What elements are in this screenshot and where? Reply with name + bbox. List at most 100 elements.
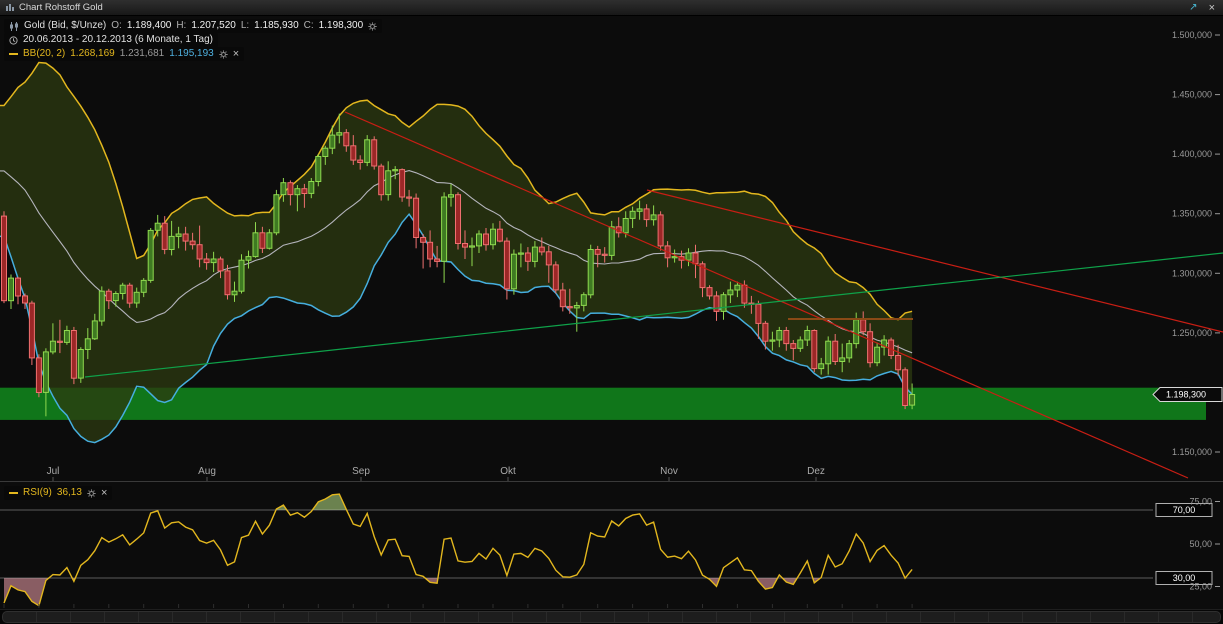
candle-body xyxy=(868,332,873,363)
candle-body xyxy=(847,344,852,358)
candle-body xyxy=(155,223,160,230)
remove-indicator-icon[interactable]: × xyxy=(233,49,239,59)
candle-body xyxy=(567,307,572,308)
last-price-tag: 1.198,300 xyxy=(1153,388,1222,402)
candle-body xyxy=(50,341,55,352)
candle-body xyxy=(714,296,719,312)
candle-body xyxy=(539,247,544,252)
clock-icon xyxy=(9,36,18,45)
remove-indicator-icon[interactable]: × xyxy=(101,488,107,498)
bb-lower-value: 1.195,193 xyxy=(169,48,214,60)
candle-body xyxy=(16,278,21,296)
candle-body xyxy=(302,189,307,194)
candle-body xyxy=(323,148,328,156)
period-legend[interactable]: 20.06.2013 - 20.12.2013 (6 Monate, 1 Tag… xyxy=(4,33,218,47)
candle-body xyxy=(651,215,656,220)
rsi-legend[interactable]: RSI(9) 36,13 × xyxy=(4,486,112,500)
open-value: 1.189,400 xyxy=(127,20,172,32)
candle-body xyxy=(623,219,628,233)
candle-body xyxy=(497,229,502,241)
y-axis-label: 1.450,000 xyxy=(1172,90,1212,100)
window-chart-icon xyxy=(5,3,14,12)
gear-icon[interactable] xyxy=(368,22,377,31)
candle-body xyxy=(553,265,558,290)
candle-body xyxy=(511,254,516,289)
candle-body xyxy=(693,253,698,264)
bb-legend[interactable]: BB(20, 2) 1.268,169 1.231,681 1.195,193 … xyxy=(4,47,244,61)
candle-body xyxy=(532,247,537,261)
gear-icon[interactable] xyxy=(219,50,228,59)
candle-body xyxy=(127,285,132,303)
candle-body xyxy=(756,304,761,323)
candle-body xyxy=(211,259,216,263)
candle-body xyxy=(672,257,677,258)
instrument-name: Gold (Bid, $/Unze) xyxy=(24,20,106,32)
candle-body xyxy=(78,350,83,379)
candle-body xyxy=(57,341,62,342)
time-scrollbar[interactable] xyxy=(0,609,1223,624)
bb-swatch xyxy=(9,53,18,55)
candle-body xyxy=(148,230,153,280)
high-label: H: xyxy=(176,20,186,32)
candle-body xyxy=(36,358,41,393)
y-axis-label: 1.400,000 xyxy=(1172,149,1212,159)
candle-body xyxy=(770,340,775,341)
candle-body xyxy=(588,250,593,295)
candle-body xyxy=(246,257,251,261)
candle-body xyxy=(253,233,258,257)
candle-body xyxy=(742,285,747,303)
candle-body xyxy=(134,292,139,303)
candle-body xyxy=(407,197,412,198)
candle-body xyxy=(71,331,76,379)
candle-body xyxy=(484,234,489,245)
candle-body xyxy=(372,140,377,166)
candle-body xyxy=(777,331,782,341)
open-label: O: xyxy=(111,20,122,32)
bb-upper-value: 1.268,169 xyxy=(70,48,115,60)
scrollbar-handle[interactable] xyxy=(2,611,1221,623)
candle-body xyxy=(707,288,712,296)
chart-canvas[interactable]: 1.500,0001.450,0001.400,0001.350,0001.30… xyxy=(0,0,1223,624)
candle-body xyxy=(903,370,908,406)
candle-body xyxy=(686,253,691,260)
candle-body xyxy=(295,189,300,195)
support-zone[interactable] xyxy=(0,388,1206,420)
y-axis-label: 1.150,000 xyxy=(1172,447,1212,457)
candle-body xyxy=(784,331,789,344)
time-axis[interactable]: JulAugSepOktNovDez xyxy=(47,466,825,481)
chart-window: { "window": {"title": "Chart Rohstoff Go… xyxy=(0,0,1223,624)
gear-icon[interactable] xyxy=(87,489,96,498)
candle-body xyxy=(365,140,370,163)
x-axis-label: Dez xyxy=(807,466,825,477)
candle-body xyxy=(183,234,188,241)
candle-body xyxy=(85,339,90,350)
x-axis-label: Okt xyxy=(500,466,516,477)
candle-body xyxy=(491,229,496,245)
candle-body xyxy=(833,341,838,361)
candle-body xyxy=(29,303,34,358)
y-axis-label: 1.350,000 xyxy=(1172,209,1212,219)
candle-body xyxy=(805,331,810,341)
downtrend-line-1[interactable] xyxy=(345,112,1188,478)
candle-body xyxy=(763,323,768,341)
rsi-axis-label: 50,00 xyxy=(1189,539,1212,549)
candle-body xyxy=(560,290,565,307)
candle-body xyxy=(162,223,167,249)
high-value: 1.207,520 xyxy=(191,20,236,32)
y-axis-label: 1.250,000 xyxy=(1172,328,1212,338)
candle-body xyxy=(113,294,118,301)
candle-body xyxy=(218,259,223,271)
close-icon[interactable]: × xyxy=(1206,2,1218,14)
candle-body xyxy=(449,195,454,197)
candle-body xyxy=(840,358,845,362)
candle-body xyxy=(602,254,607,255)
popout-icon[interactable]: ↗ xyxy=(1186,2,1200,14)
candle-body xyxy=(421,238,426,243)
close-label: C: xyxy=(304,20,314,32)
candle-body xyxy=(379,166,384,195)
candle-body xyxy=(435,259,440,261)
instrument-legend[interactable]: Gold (Bid, $/Unze) O: 1.189,400 H: 1.207… xyxy=(4,19,382,33)
titlebar[interactable]: Chart Rohstoff Gold ↗ × xyxy=(0,0,1223,16)
candle-body xyxy=(64,331,69,343)
candle-body xyxy=(504,241,509,289)
